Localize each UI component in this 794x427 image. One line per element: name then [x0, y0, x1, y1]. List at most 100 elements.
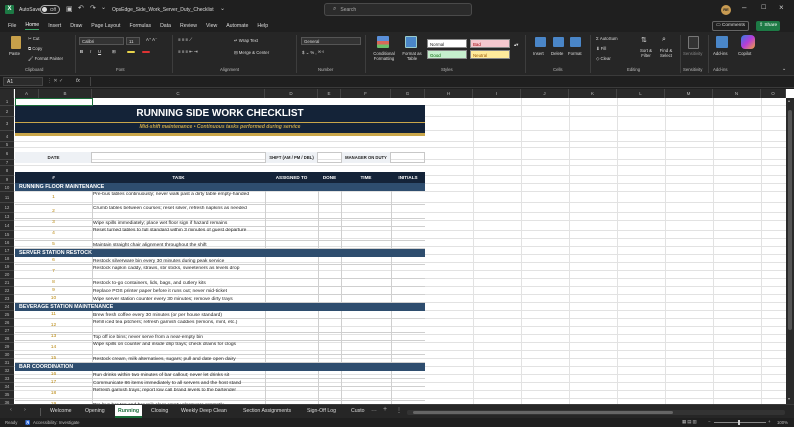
add-sheet-icon[interactable]: + [383, 406, 387, 413]
initials-cell[interactable] [392, 311, 425, 319]
time-cell[interactable] [342, 219, 391, 227]
tab-view[interactable]: View [206, 23, 217, 29]
close-icon[interactable]: × [779, 3, 784, 12]
fill-color-icon[interactable] [127, 51, 135, 53]
chevron-down-icon[interactable]: ⌄ [220, 5, 225, 12]
assigned-cell[interactable] [266, 191, 318, 205]
prev-sheet-icon[interactable]: ‹ [10, 407, 12, 413]
undo-icon[interactable]: ↶ [78, 4, 84, 12]
row-header[interactable]: 12 [0, 203, 14, 213]
row-header[interactable]: 24 [0, 303, 14, 311]
done-checkbox-cell[interactable] [319, 265, 341, 279]
row-header[interactable]: 3 [0, 117, 14, 131]
done-checkbox-cell[interactable] [319, 205, 341, 219]
row-header[interactable]: 30 [0, 351, 14, 359]
tab-home[interactable]: Home [25, 22, 40, 30]
horizontal-scrollbar[interactable] [407, 410, 785, 415]
autosum-button[interactable]: Σ AutoSum [596, 36, 618, 41]
row-header[interactable]: 33 [0, 375, 14, 383]
row-header[interactable]: 31 [0, 359, 14, 367]
sheet-tab-weekly-deep-clean[interactable]: Weekly Deep Clean [181, 405, 227, 418]
column-header[interactable]: D [265, 89, 318, 98]
time-cell[interactable] [342, 265, 391, 279]
initials-cell[interactable] [392, 205, 425, 219]
done-checkbox-cell[interactable] [319, 387, 341, 401]
scroll-up-icon[interactable]: ▴ [788, 98, 790, 103]
column-header[interactable]: N [713, 89, 761, 98]
initials-cell[interactable] [392, 333, 425, 341]
zoom-out-icon[interactable]: − [708, 419, 711, 424]
redo-icon[interactable]: ↷ [90, 4, 96, 12]
row-header[interactable]: 27 [0, 327, 14, 335]
done-checkbox-cell[interactable] [319, 319, 341, 333]
assigned-cell[interactable] [266, 265, 318, 279]
initials-cell[interactable] [392, 219, 425, 227]
row-header[interactable]: 2 [0, 106, 14, 117]
time-cell[interactable] [342, 227, 391, 241]
assigned-cell[interactable] [266, 295, 318, 303]
row-header[interactable]: 26 [0, 319, 14, 327]
save-icon[interactable]: ▣ [66, 5, 73, 13]
row-header[interactable]: 15 [0, 231, 14, 239]
assigned-cell[interactable] [266, 227, 318, 241]
select-all-corner[interactable] [0, 89, 14, 98]
conditional-formatting-icon[interactable] [377, 36, 389, 48]
row-header[interactable]: 10 [0, 184, 14, 192]
manager-input-cell[interactable] [391, 153, 425, 162]
row-header[interactable]: 17 [0, 247, 14, 255]
row-header[interactable]: 4 [0, 131, 14, 142]
row-header[interactable]: 32 [0, 367, 14, 375]
time-cell[interactable] [342, 341, 391, 355]
name-box[interactable]: A1 [3, 77, 43, 86]
assigned-cell[interactable] [266, 257, 318, 265]
date-input-cell[interactable] [92, 153, 265, 162]
sheet-tab-sign-off-log[interactable]: Sign-Off Log [307, 405, 336, 418]
format-table-icon[interactable] [405, 36, 417, 48]
autosave-toggle[interactable]: Off [40, 5, 60, 14]
tab-help[interactable]: Help [257, 23, 268, 29]
assigned-cell[interactable] [266, 241, 318, 249]
initials-cell[interactable] [392, 319, 425, 333]
sheet-tab-custo[interactable]: Custo [351, 405, 365, 418]
initials-cell[interactable] [392, 341, 425, 355]
align-left-icons[interactable]: ≡ ≡ ≡ ⇤ ⇥ [178, 49, 198, 55]
style-neutral[interactable]: Neutral [470, 50, 510, 59]
accessibility-status[interactable]: Accessibility: Investigate [33, 420, 80, 425]
tab-review[interactable]: Review [180, 23, 197, 29]
done-checkbox-cell[interactable] [319, 287, 341, 295]
initials-cell[interactable] [392, 265, 425, 279]
initials-cell[interactable] [392, 379, 425, 387]
row-header[interactable]: 18 [0, 255, 14, 263]
assigned-cell[interactable] [266, 287, 318, 295]
font-name-select[interactable]: Calibri [79, 37, 124, 45]
vertical-scrollbar[interactable]: ▴ ▾ [786, 98, 794, 404]
column-header[interactable]: H [425, 89, 473, 98]
tab-file[interactable]: File [8, 23, 16, 29]
formula-input[interactable] [90, 77, 787, 86]
column-header[interactable]: C [92, 89, 265, 98]
row-header[interactable]: 21 [0, 279, 14, 287]
done-checkbox-cell[interactable] [319, 371, 341, 379]
time-cell[interactable] [342, 333, 391, 341]
row-header[interactable]: 34 [0, 383, 14, 391]
avatar[interactable]: RE [721, 5, 731, 15]
scroll-thumb[interactable] [788, 110, 792, 330]
sheet-tab-opening[interactable]: Opening [85, 405, 105, 418]
column-header[interactable]: I [473, 89, 521, 98]
column-header[interactable]: L [617, 89, 665, 98]
assigned-cell[interactable] [266, 355, 318, 363]
search-box[interactable]: ⌕ Search [324, 3, 472, 16]
next-sheet-icon[interactable]: › [24, 407, 26, 413]
font-grow-icon[interactable]: A⁺ A⁻ [146, 37, 157, 43]
initials-cell[interactable] [392, 295, 425, 303]
insert-button[interactable]: Insert [533, 51, 544, 56]
time-cell[interactable] [342, 379, 391, 387]
initials-cell[interactable] [392, 227, 425, 241]
style-normal[interactable]: Normal [427, 39, 467, 48]
fill-button[interactable]: ⬇ Fill [596, 46, 606, 52]
row-header[interactable]: 1 [0, 98, 14, 106]
sort-filter-button[interactable]: Sort & Filter [636, 48, 656, 58]
comments-button[interactable]: ▭ Comments [712, 21, 750, 31]
tab-draw[interactable]: Draw [70, 23, 82, 29]
view-mode-icons[interactable]: ▦ ▤ ▥ [682, 419, 697, 425]
